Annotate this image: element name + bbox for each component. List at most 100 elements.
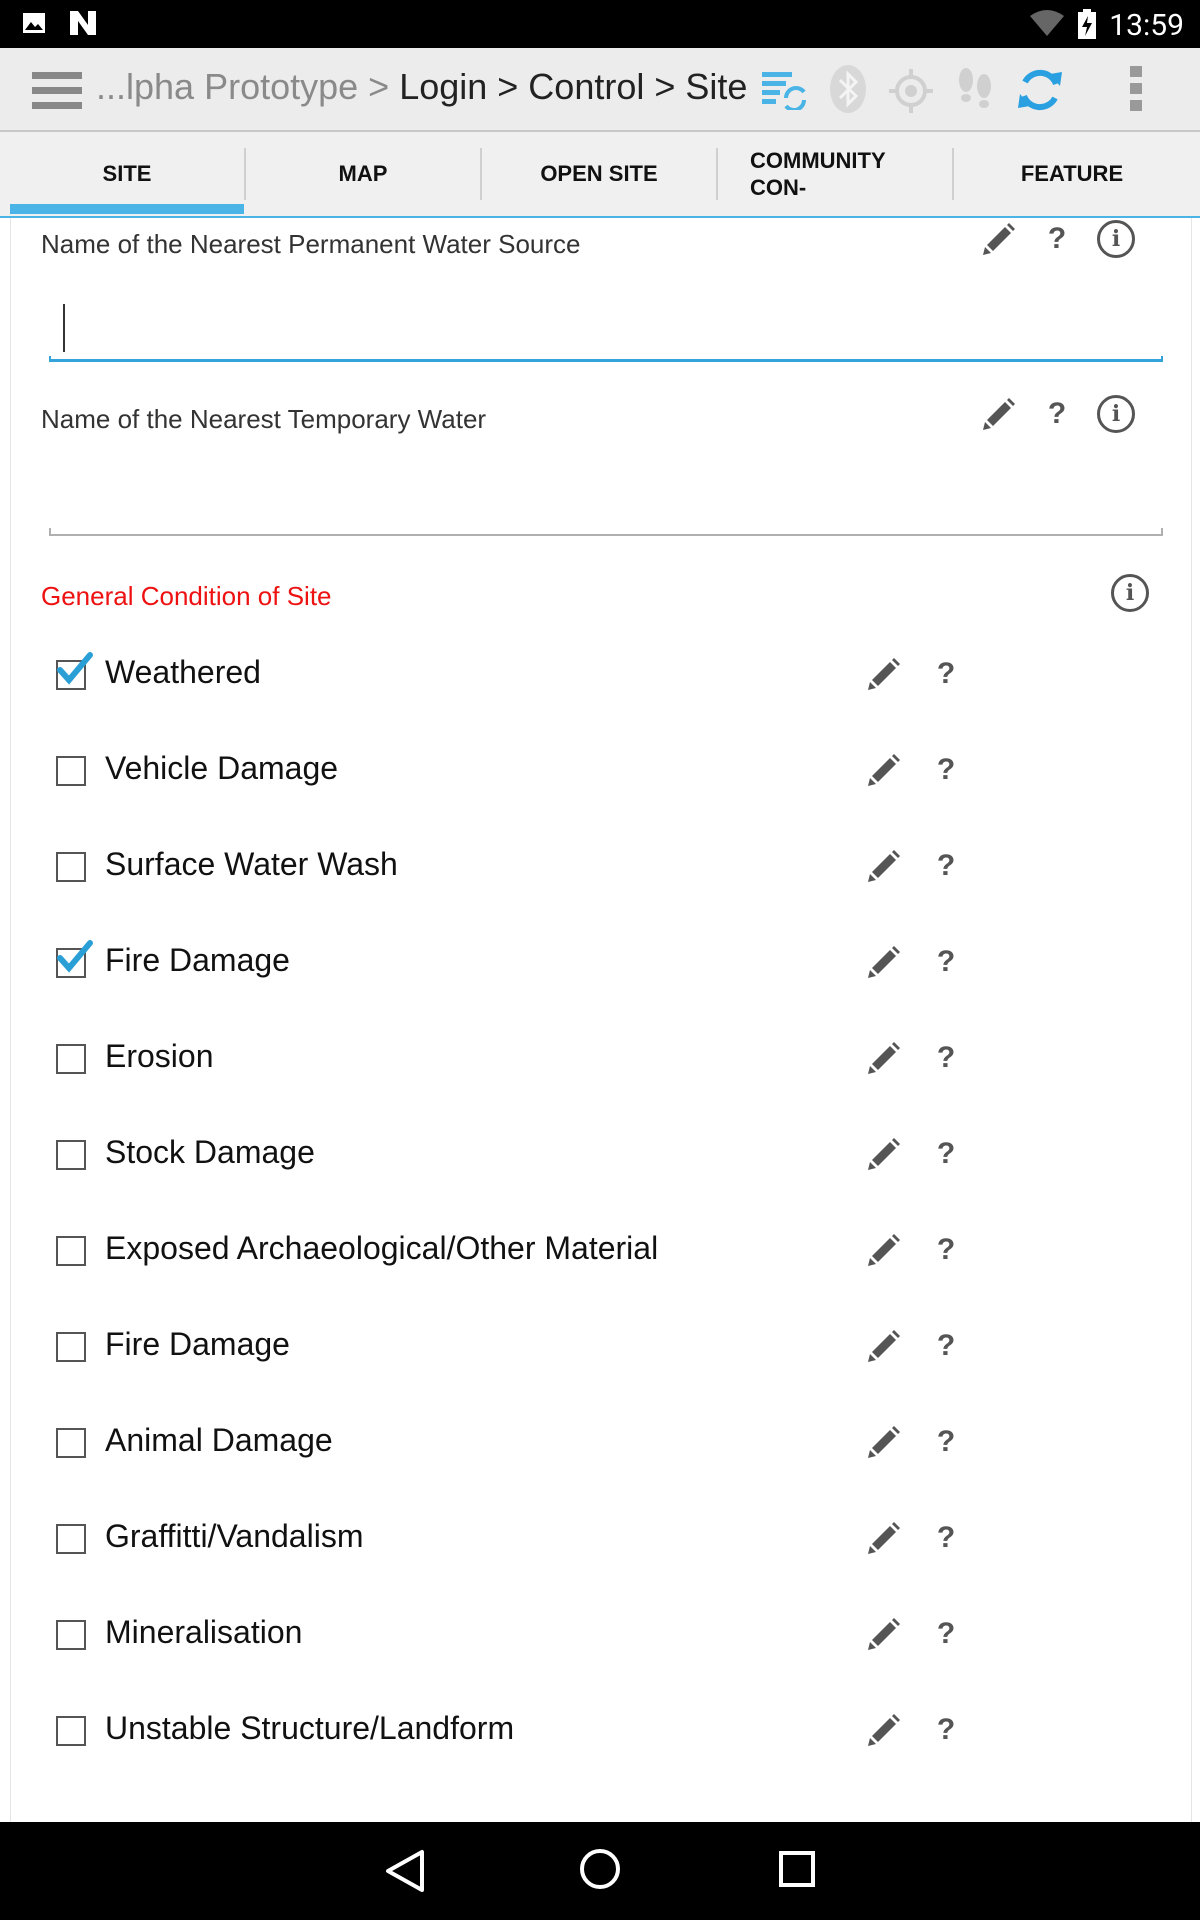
condition-row[interactable]: Mineralisation? bbox=[11, 1596, 1191, 1676]
condition-row[interactable]: Exposed Archaeological/Other Material? bbox=[11, 1212, 1191, 1292]
permanent-water-label: Name of the Nearest Permanent Water Sour… bbox=[41, 229, 581, 259]
checkmark-icon bbox=[57, 652, 93, 685]
overflow-menu-icon[interactable] bbox=[1126, 64, 1146, 114]
pencil-icon[interactable] bbox=[866, 1136, 902, 1172]
condition-row[interactable]: Surface Water Wash? bbox=[11, 828, 1191, 908]
help-icon[interactable]: ? bbox=[926, 1329, 966, 1363]
condition-checkbox[interactable] bbox=[56, 1332, 86, 1362]
condition-checkbox[interactable] bbox=[56, 1044, 86, 1074]
tab-active-indicator bbox=[10, 204, 244, 214]
help-icon[interactable]: ? bbox=[926, 1137, 966, 1171]
footsteps-icon[interactable] bbox=[952, 64, 998, 114]
condition-checkbox[interactable] bbox=[56, 1620, 86, 1650]
condition-row[interactable]: Fire Damage? bbox=[11, 924, 1191, 1004]
temporary-water-underline bbox=[49, 528, 1163, 536]
condition-actions: ? bbox=[866, 752, 966, 788]
condition-label: Graffitti/Vandalism bbox=[105, 1518, 364, 1554]
tab-community-con[interactable]: COMMUNITY CON- bbox=[718, 132, 952, 216]
help-icon[interactable]: ? bbox=[926, 1617, 966, 1651]
tab-feature[interactable]: FEATURE bbox=[954, 132, 1190, 216]
condition-row[interactable]: Weathered? bbox=[11, 636, 1191, 716]
condition-label: Vehicle Damage bbox=[105, 750, 339, 786]
help-icon[interactable]: ? bbox=[926, 945, 966, 979]
condition-label: Mineralisation bbox=[105, 1614, 303, 1650]
info-icon[interactable]: i bbox=[1097, 220, 1135, 258]
gps-icon[interactable] bbox=[888, 68, 934, 114]
condition-label: Stock Damage bbox=[105, 1134, 315, 1170]
condition-label: Exposed Archaeological/Other Material bbox=[105, 1230, 659, 1266]
help-icon[interactable]: ? bbox=[926, 657, 966, 691]
help-icon[interactable]: ? bbox=[926, 1713, 966, 1747]
condition-actions: ? bbox=[866, 656, 966, 692]
pencil-icon[interactable] bbox=[866, 1232, 902, 1268]
tab-map[interactable]: MAP bbox=[246, 132, 480, 216]
help-icon[interactable]: ? bbox=[926, 849, 966, 883]
recents-icon[interactable] bbox=[778, 1850, 818, 1890]
condition-actions: ? bbox=[866, 1232, 966, 1268]
condition-checkbox[interactable] bbox=[56, 1140, 86, 1170]
bluetooth-icon[interactable] bbox=[828, 64, 868, 114]
condition-checkbox[interactable] bbox=[56, 852, 86, 882]
condition-row[interactable]: Erosion? bbox=[11, 1020, 1191, 1100]
breadcrumb-truncated[interactable]: ...lpha Prototype > bbox=[96, 66, 389, 107]
help-icon[interactable]: ? bbox=[926, 1041, 966, 1075]
condition-label: Erosion bbox=[105, 1038, 214, 1074]
help-icon[interactable]: ? bbox=[926, 753, 966, 787]
condition-checkbox[interactable] bbox=[56, 940, 93, 978]
help-icon[interactable]: ? bbox=[926, 1425, 966, 1459]
condition-label: Unstable Structure/Landform bbox=[105, 1710, 515, 1746]
pencil-icon[interactable] bbox=[866, 944, 902, 980]
condition-checkbox[interactable] bbox=[56, 1524, 86, 1554]
temporary-water-input[interactable] bbox=[49, 468, 1153, 530]
pencil-icon[interactable] bbox=[866, 1424, 902, 1460]
form-content[interactable]: Name of the Nearest Permanent Water Sour… bbox=[10, 218, 1192, 1822]
condition-checkbox[interactable] bbox=[56, 1716, 86, 1746]
back-icon[interactable] bbox=[384, 1848, 426, 1894]
image-icon bbox=[23, 13, 45, 33]
condition-row[interactable]: Animal Damage? bbox=[11, 1404, 1191, 1484]
breadcrumb-path[interactable]: Login > Control > Site bbox=[389, 66, 747, 107]
info-icon[interactable]: i bbox=[1097, 395, 1135, 433]
help-icon[interactable]: ? bbox=[1037, 222, 1077, 256]
condition-checkbox[interactable] bbox=[56, 1428, 86, 1458]
pencil-icon[interactable] bbox=[866, 848, 902, 884]
condition-actions: ? bbox=[866, 1424, 966, 1460]
condition-checkbox[interactable] bbox=[56, 756, 86, 786]
pencil-icon[interactable] bbox=[866, 656, 902, 692]
help-icon[interactable]: ? bbox=[926, 1521, 966, 1555]
breadcrumb[interactable]: ...lpha Prototype > Login > Control > Si… bbox=[96, 66, 747, 108]
permanent-water-input[interactable] bbox=[49, 292, 1153, 354]
help-icon[interactable]: ? bbox=[1037, 397, 1077, 431]
condition-row[interactable]: Graffitti/Vandalism? bbox=[11, 1500, 1191, 1580]
pencil-icon[interactable] bbox=[866, 1520, 902, 1556]
condition-row[interactable]: Vehicle Damage? bbox=[11, 732, 1191, 812]
condition-checkbox[interactable] bbox=[56, 652, 93, 690]
condition-row[interactable]: Unstable Structure/Landform? bbox=[11, 1692, 1191, 1772]
sync-list-icon[interactable] bbox=[760, 68, 806, 110]
navigation-bar bbox=[0, 1822, 1200, 1920]
pencil-icon[interactable] bbox=[866, 1328, 902, 1364]
pencil-icon[interactable] bbox=[866, 1712, 902, 1748]
pencil-icon[interactable] bbox=[981, 396, 1017, 432]
pencil-icon[interactable] bbox=[866, 1616, 902, 1652]
condition-checkbox[interactable] bbox=[56, 1236, 86, 1266]
info-icon[interactable]: i bbox=[1111, 574, 1149, 612]
condition-row[interactable]: Stock Damage? bbox=[11, 1116, 1191, 1196]
condition-row[interactable]: Fire Damage? bbox=[11, 1308, 1191, 1388]
condition-actions: ? bbox=[866, 1136, 966, 1172]
hamburger-menu-icon[interactable] bbox=[32, 70, 82, 110]
help-icon[interactable]: ? bbox=[926, 1233, 966, 1267]
clock: 13:59 bbox=[1109, 8, 1184, 43]
pencil-icon[interactable] bbox=[981, 221, 1017, 257]
refresh-icon[interactable] bbox=[1016, 66, 1064, 114]
checkmark-icon bbox=[57, 940, 93, 973]
pencil-icon[interactable] bbox=[866, 1040, 902, 1076]
temporary-water-label: Name of the Nearest Temporary Water bbox=[41, 404, 487, 434]
home-icon[interactable] bbox=[578, 1847, 622, 1891]
condition-actions: ? bbox=[866, 944, 966, 980]
condition-actions: ? bbox=[866, 1616, 966, 1652]
tab-open-site[interactable]: OPEN SITE bbox=[482, 132, 716, 216]
condition-actions: ? bbox=[866, 1520, 966, 1556]
action-bar: ...lpha Prototype > Login > Control > Si… bbox=[0, 48, 1200, 132]
pencil-icon[interactable] bbox=[866, 752, 902, 788]
